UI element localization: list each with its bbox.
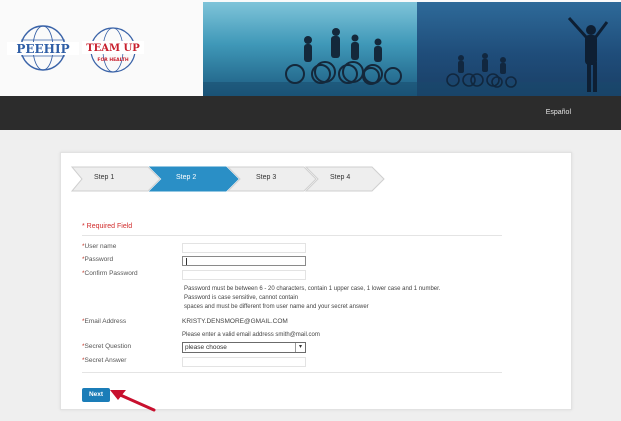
confirm-password-input[interactable] [182, 270, 306, 280]
team-up-logo-text: TEAM UP [86, 43, 140, 54]
secret-question-label: *Secret Question [82, 343, 132, 350]
secret-answer-label-text: Secret Answer [84, 357, 127, 364]
form-divider-top [82, 235, 502, 236]
required-field-note: * Required Field [82, 223, 133, 230]
username-input[interactable] [182, 243, 306, 253]
top-nav-bar: Español [0, 96, 621, 130]
peehip-logo[interactable]: PEEHIP [6, 18, 80, 82]
username-label: *User name [82, 243, 117, 250]
secret-question-label-text: Secret Question [84, 343, 132, 350]
password-help-line-2: Password is case sensitive, cannot conta… [184, 295, 299, 301]
language-link-espanol[interactable]: Español [546, 109, 571, 116]
password-input[interactable] [182, 256, 306, 266]
secret-question-selected-value: please choose [185, 344, 227, 351]
email-label: *Email Address [82, 318, 127, 325]
team-up-logo-subtext: FOR HEALTH [97, 57, 128, 63]
step-1-chevron [70, 166, 161, 192]
confirm-password-label-text: Confirm Password [84, 270, 138, 277]
secret-answer-input[interactable] [182, 357, 306, 367]
step-2-label: Step 2 [176, 174, 197, 181]
step-progress-bar: Step 1 Step 2 Step 3 Step 4 [70, 165, 386, 193]
email-help-text: Please enter a valid email address smith… [182, 332, 320, 338]
cyclists-silhouette-image [203, 16, 621, 96]
red-arrow-annotation-icon [110, 390, 156, 412]
chevron-down-icon[interactable]: ▾ [295, 343, 305, 352]
form-divider-bottom [82, 372, 502, 373]
hero-banner [203, 2, 621, 96]
site-header: PEEHIP TEAM UP FOR HEALTH [0, 0, 621, 96]
secret-answer-label: *Secret Answer [82, 357, 127, 364]
secret-question-select[interactable]: please choose ▾ [182, 342, 306, 353]
team-up-logo[interactable]: TEAM UP FOR HEALTH [82, 20, 144, 80]
step-3-label: Step 3 [256, 174, 277, 181]
step-1-label: Step 1 [94, 174, 115, 181]
password-label: *Password [82, 256, 114, 263]
peehip-logo-text: PEEHIP [16, 42, 69, 56]
confirm-password-label: *Confirm Password [82, 270, 138, 277]
email-label-text: Email Address [84, 318, 127, 325]
username-label-text: User name [84, 243, 117, 250]
password-label-text: Password [84, 256, 114, 263]
password-help-line-1: Password must be between 6 - 20 characte… [184, 286, 441, 292]
password-help-line-3: spaces and must be different from user n… [184, 304, 369, 310]
step-4-label: Step 4 [330, 174, 351, 181]
text-caret [186, 258, 187, 265]
email-input[interactable]: KRISTY.DENSMORE@GMAIL.COM [182, 318, 288, 325]
